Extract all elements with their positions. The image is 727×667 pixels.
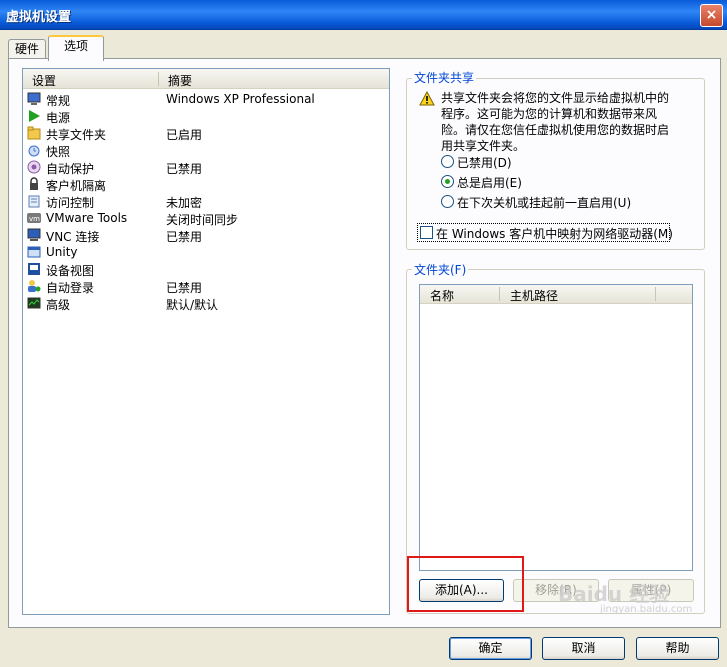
- power-play-icon: [29, 110, 40, 122]
- column-header-host-path[interactable]: 主机路径: [510, 287, 558, 304]
- settings-row-shared-folders[interactable]: 共享文件夹 已启用: [25, 125, 387, 142]
- settings-row-power[interactable]: 电源: [25, 108, 387, 125]
- column-header-summary[interactable]: 摘要: [168, 72, 192, 89]
- map-network-drive-box[interactable]: [420, 226, 433, 239]
- svg-text:vm: vm: [29, 215, 40, 223]
- watermark-logo: Baidu 经验: [558, 582, 670, 606]
- setting-name: VMware Tools: [46, 211, 128, 225]
- column-separator[interactable]: [499, 287, 500, 301]
- help-button[interactable]: 帮助: [636, 637, 719, 660]
- unity-icon: [27, 246, 41, 258]
- radio-until-poweroff-label: 在下次关机或挂起前一直启用(U): [457, 196, 632, 210]
- settings-row-autologin[interactable]: 自动登录 已禁用: [25, 278, 387, 295]
- settings-row-advanced[interactable]: 高级 默认/默认: [25, 295, 387, 312]
- column-header-name[interactable]: 名称: [430, 287, 454, 304]
- column-header-setting[interactable]: 设置: [32, 72, 56, 89]
- setting-name: 设备视图: [46, 264, 95, 278]
- setting-summary: 默认/默认: [166, 298, 219, 312]
- setting-name: 电源: [46, 111, 71, 125]
- settings-row-vmware-tools[interactable]: vm VMware Tools 关闭时间同步: [25, 210, 387, 227]
- settings-row-vnc[interactable]: VNC 连接 已禁用: [25, 227, 387, 244]
- setting-name: 客户机隔离: [46, 179, 107, 193]
- setting-summary: 已启用: [166, 128, 203, 142]
- settings-row-guest-isolation[interactable]: 客户机隔离: [25, 176, 387, 193]
- lock-icon: [30, 177, 38, 190]
- settings-row-device-view[interactable]: 设备视图: [25, 261, 387, 278]
- autologin-icon: [28, 280, 41, 292]
- settings-list[interactable]: 设置 摘要 常规 Windows XP Professional 电源 共享文件…: [22, 68, 390, 615]
- annotation-highlight-box: [407, 556, 524, 612]
- setting-name: 高级: [46, 298, 71, 312]
- title-bar[interactable]: 虚拟机设置 ×: [0, 0, 727, 30]
- vnc-icon: [27, 228, 41, 241]
- folders-title: 文件夹(F): [412, 261, 469, 278]
- radio-disabled-label: 已禁用(D): [457, 156, 512, 170]
- map-network-drive-label: 在 Windows 客户机中映射为网络驱动器(M): [436, 227, 673, 241]
- access-control-icon: [28, 195, 40, 208]
- folders-list[interactable]: 名称 主机路径: [419, 284, 693, 571]
- settings-row-autoprotect[interactable]: 自动保护 已禁用: [25, 159, 387, 176]
- shared-folder-icon: [27, 126, 41, 140]
- sharing-warning-text: 共享文件夹会将您的文件显示给虚拟机中的程序。这可能为您的计算机和数据带来风险。请…: [441, 91, 670, 153]
- setting-name: 共享文件夹: [46, 128, 107, 142]
- setting-summary: 未加密: [166, 196, 203, 210]
- close-button[interactable]: ×: [700, 4, 723, 27]
- setting-name: 访问控制: [46, 196, 95, 210]
- setting-summary: 已禁用: [166, 281, 203, 295]
- setting-name: 快照: [46, 145, 71, 159]
- settings-list-header: 设置 摘要: [23, 69, 389, 89]
- monitor-icon: [27, 92, 41, 105]
- close-icon: ×: [705, 7, 718, 23]
- tab-options[interactable]: 选项: [48, 35, 104, 61]
- snapshot-icon: [28, 145, 40, 157]
- device-view-icon: [28, 263, 40, 275]
- autoprotect-icon: [27, 160, 41, 174]
- setting-summary: 关闭时间同步: [166, 213, 239, 227]
- setting-summary: 已禁用: [166, 162, 203, 176]
- tab-hardware[interactable]: 硬件: [8, 39, 46, 59]
- settings-row-snapshots[interactable]: 快照: [25, 142, 387, 159]
- settings-row-access-control[interactable]: 访问控制 未加密: [25, 193, 387, 210]
- radio-always-enabled-label: 总是启用(E): [457, 176, 522, 190]
- advanced-icon: [27, 297, 41, 309]
- settings-row-unity[interactable]: Unity: [25, 244, 387, 261]
- radio-always-enabled-button[interactable]: [441, 175, 454, 188]
- setting-name: 常规: [46, 94, 71, 108]
- column-separator[interactable]: [655, 287, 656, 301]
- setting-summary: Windows XP Professional: [166, 92, 315, 106]
- folders-list-header: 名称 主机路径: [420, 285, 692, 304]
- setting-name: Unity: [46, 245, 78, 259]
- radio-disabled-button[interactable]: [441, 155, 454, 168]
- vmware-tools-icon: vm: [27, 213, 41, 223]
- cancel-button[interactable]: 取消: [542, 637, 625, 660]
- folder-sharing-title: 文件夹共享: [412, 69, 477, 86]
- watermark-url: jingyan.baidu.com: [600, 604, 693, 615]
- setting-name: VNC 连接: [46, 230, 100, 244]
- warning-icon: [419, 91, 435, 106]
- column-separator[interactable]: [158, 72, 159, 86]
- setting-name: 自动登录: [46, 281, 95, 295]
- ok-button[interactable]: 确定: [449, 637, 532, 660]
- window-title: 虚拟机设置: [6, 10, 72, 25]
- setting-summary: 已禁用: [166, 230, 203, 244]
- settings-row-general[interactable]: 常规 Windows XP Professional: [25, 91, 387, 108]
- radio-until-poweroff-button[interactable]: [441, 195, 454, 208]
- setting-name: 自动保护: [46, 162, 95, 176]
- map-network-drive-checkbox[interactable]: 在 Windows 客户机中映射为网络驱动器(M): [417, 223, 673, 242]
